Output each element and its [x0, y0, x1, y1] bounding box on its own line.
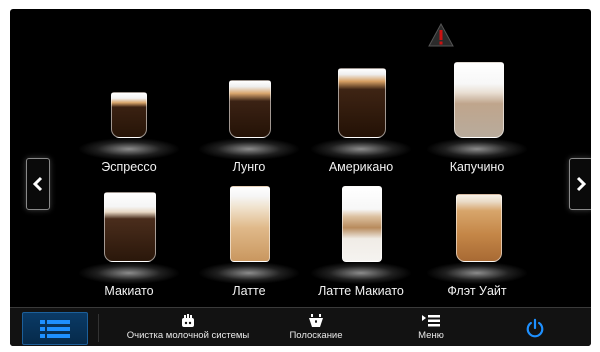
menu-button[interactable]: Меню: [396, 308, 466, 346]
drink-macchiato[interactable]: Макиато: [74, 192, 184, 310]
drink-espresso[interactable]: Эспрессо: [74, 68, 184, 186]
drink-cappuccino[interactable]: Капучино: [422, 62, 532, 186]
drink-latte-macchiato[interactable]: Латте Макиато: [306, 186, 416, 310]
coffee-machine-screen: Эспрессо Лунго Американо Капучино Макиат…: [10, 9, 591, 346]
latte-glass-icon: [230, 186, 270, 262]
drink-lungo[interactable]: Лунго: [194, 68, 304, 186]
drink-americano[interactable]: Американо: [306, 68, 416, 186]
americano-cup-icon: [338, 68, 386, 138]
flat-white-cup-icon: [456, 194, 502, 262]
previous-page-button[interactable]: [26, 158, 50, 210]
rinse-label: Полоскание: [289, 330, 343, 341]
chevron-left-icon: [32, 176, 43, 192]
drink-label: Макиато: [104, 284, 154, 298]
milk-system-cleaning-button[interactable]: Очистка молочной системы: [110, 308, 266, 346]
drink-label: Капучино: [449, 160, 505, 174]
rinse-icon: [309, 314, 323, 327]
menu-icon: [422, 315, 440, 327]
chevron-right-icon: [576, 176, 587, 192]
drink-flat-white[interactable]: Флэт Уайт: [422, 192, 532, 310]
lungo-cup-icon: [229, 80, 271, 138]
list-icon: [40, 319, 70, 338]
menu-label: Меню: [418, 330, 444, 341]
drink-label: Эспрессо: [101, 160, 157, 174]
drink-label: Флэт Уайт: [447, 284, 507, 298]
next-page-button[interactable]: [569, 158, 591, 210]
milk-cleaning-icon: [182, 314, 194, 327]
warning-triangle-icon[interactable]: [428, 22, 454, 47]
bottom-toolbar: Очистка молочной системы Полоскание Меню: [10, 307, 591, 346]
drink-list-button[interactable]: [22, 312, 88, 345]
espresso-cup-icon: [111, 92, 147, 138]
power-icon: [526, 318, 544, 337]
power-button[interactable]: [510, 308, 560, 346]
cappuccino-cup-icon: [454, 62, 504, 138]
drink-latte[interactable]: Латте: [194, 186, 304, 310]
latte-macchiato-glass-icon: [342, 186, 382, 262]
milk-system-cleaning-label: Очистка молочной системы: [126, 330, 250, 341]
rinse-button[interactable]: Полоскание: [278, 308, 354, 346]
macchiato-cup-icon: [104, 192, 156, 262]
